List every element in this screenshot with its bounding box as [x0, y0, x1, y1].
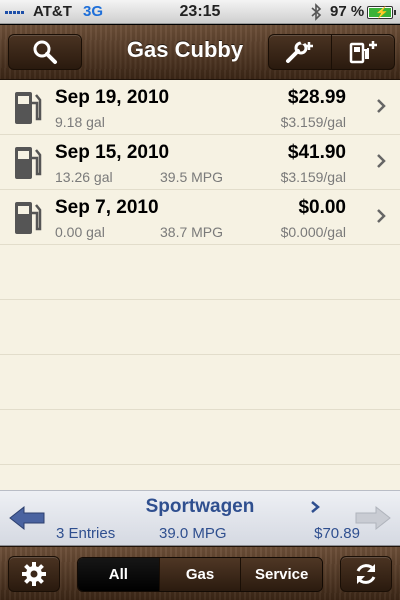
- entry-date: Sep 15, 2010: [55, 142, 170, 163]
- entries-count: 3 Entries: [56, 525, 116, 542]
- chevron-right-icon[interactable]: [310, 500, 320, 514]
- entries-list: Sep 19, 2010 $28.99 9.18 gal $3.159/gal …: [0, 80, 400, 490]
- add-service-button[interactable]: [268, 34, 332, 70]
- entry-gallons: 13.26 gal: [55, 169, 113, 185]
- chevron-right-icon: [377, 154, 386, 168]
- status-bar: AT&T 3G 23:15 97 % ⚡: [0, 0, 400, 24]
- add-fuel-button[interactable]: [331, 34, 395, 70]
- add-fuel-icon: [349, 41, 377, 64]
- page-title: Gas Cubby: [126, 37, 244, 62]
- search-button[interactable]: [8, 34, 82, 70]
- entry-date: Sep 7, 2010: [55, 197, 159, 218]
- battery-percent: 97 %: [330, 3, 365, 20]
- settings-button[interactable]: [8, 556, 60, 592]
- segment-service[interactable]: Service: [240, 558, 322, 591]
- bottom-toolbar: All Gas Service: [0, 546, 400, 600]
- gas-pump-icon: [15, 202, 42, 234]
- list-item[interactable]: Sep 15, 2010 $41.90 13.26 gal 39.5 MPG $…: [0, 135, 400, 190]
- chevron-right-icon: [377, 209, 386, 223]
- entry-mpg: 38.7 MPG: [160, 224, 224, 240]
- entry-price-per-gallon: $0.000/gal: [280, 224, 346, 240]
- entry-price: $28.99: [287, 87, 346, 108]
- filter-segmented-control: All Gas Service: [77, 557, 323, 592]
- vehicle-name[interactable]: Sportwagen: [0, 496, 400, 518]
- next-vehicle-arrow-icon[interactable]: [354, 505, 392, 531]
- entry-price-per-gallon: $3.159/gal: [280, 169, 346, 185]
- entry-date: Sep 19, 2010: [55, 87, 170, 108]
- vehicle-summary-bar: Sportwagen 3 Entries 39.0 MPG $70.89: [0, 490, 400, 546]
- gear-icon: [22, 562, 46, 586]
- entry-price-per-gallon: $3.159/gal: [280, 114, 346, 130]
- bluetooth-icon: [311, 3, 322, 21]
- entry-price: $41.90: [287, 142, 346, 163]
- search-icon: [33, 40, 57, 64]
- chevron-right-icon: [377, 99, 386, 113]
- battery-icon: ⚡: [367, 6, 396, 19]
- gas-pump-icon: [15, 92, 42, 124]
- average-mpg: 39.0 MPG: [159, 525, 227, 542]
- entry-mpg: 39.5 MPG: [160, 169, 224, 185]
- entry-price: $0.00: [298, 197, 346, 218]
- gas-pump-icon: [15, 147, 42, 179]
- add-service-icon: [286, 39, 313, 63]
- segment-all[interactable]: All: [78, 558, 159, 591]
- sync-icon: [356, 564, 376, 584]
- nav-bar: Gas Cubby: [0, 25, 400, 80]
- entry-gallons: 9.18 gal: [55, 114, 105, 130]
- entry-gallons: 0.00 gal: [55, 224, 105, 240]
- segment-gas[interactable]: Gas: [158, 558, 241, 591]
- list-item[interactable]: Sep 7, 2010 $0.00 0.00 gal 38.7 MPG $0.0…: [0, 190, 400, 245]
- sync-button[interactable]: [340, 556, 392, 592]
- list-item[interactable]: Sep 19, 2010 $28.99 9.18 gal $3.159/gal: [0, 80, 400, 135]
